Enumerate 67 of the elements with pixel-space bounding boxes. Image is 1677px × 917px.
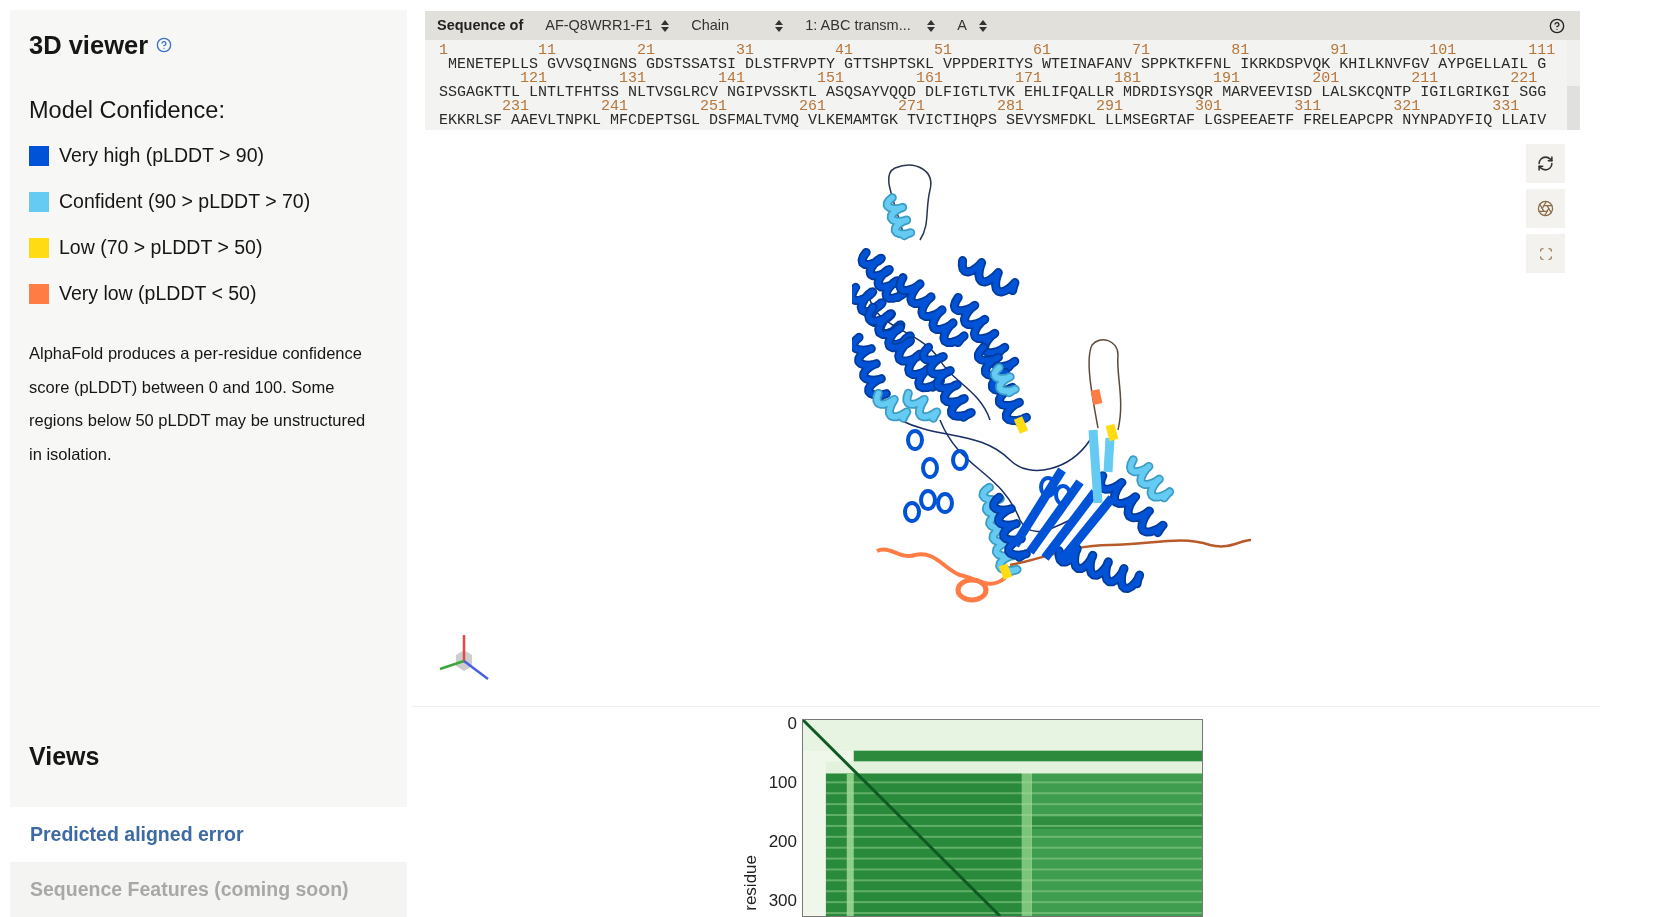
residue-number: 131 (619, 72, 647, 86)
residue-number: 141 (718, 72, 746, 86)
panel-title: 3D viewer (29, 30, 149, 60)
residue-number: 211 (1411, 72, 1439, 86)
residue-number: 221 (1510, 72, 1538, 86)
tick-label: 300 (768, 890, 797, 911)
residue-number: 161 (916, 72, 944, 86)
legend-label: Very high (pLDDT > 90) (59, 143, 265, 169)
up-down-arrows-icon (927, 19, 936, 32)
residue-number: 271 (898, 100, 926, 114)
section-title: Views (29, 741, 101, 771)
spin-button[interactable] (1526, 144, 1565, 183)
residue-number: 241 (601, 100, 629, 114)
residue-number: 41 (835, 44, 854, 58)
residue-number: 291 (1096, 100, 1124, 114)
legend-label: Confident (90 > pLDDT > 70) (59, 189, 311, 215)
residue-number: 61 (1033, 44, 1052, 58)
residue-number: 261 (799, 100, 827, 114)
help-icon[interactable] (1549, 17, 1565, 34)
residue-number: 311 (1294, 100, 1322, 114)
residue-number: 31 (736, 44, 755, 58)
residue-number: 171 (1015, 72, 1043, 86)
residue-number: 11 (538, 44, 557, 58)
sequence-line: MENETEPLLS GVVSQINGNS GDSTSSATSI DLSTFRVPTY GTTSHPTSKL VPPDERITYS WTEINAFANV SPPKTKFFNL IKRKDSPVQK KHILKNVFGV AYPGELLAIL G (448, 56, 1547, 73)
sequence-line: SSGAGKTTL LNTLTFHTSS NLTVSGLRCV NGIPVSSKTL ASQSAYVQQD DLFIGTLTVK EHLIFQALLR MDRDISYSQR MARVEEVISD LALSKCQNTP IGILGRIKGI SGG (439, 84, 1547, 101)
residue-number: 201 (1312, 72, 1340, 86)
up-down-arrows-icon (775, 19, 784, 32)
residue-number: 21 (637, 44, 656, 58)
residue-number: 91 (1330, 44, 1349, 58)
description-text: AlphaFold produces a per-residue confidence score (pLDDT) between 0 and 100. Some regions below 50 pLDDT may be unstructured in isolation. (29, 343, 367, 465)
residue-number: 1 (439, 44, 448, 58)
sequence-label: Sequence of (437, 15, 524, 35)
tick-label: 100 (768, 772, 797, 793)
dropdown-select[interactable]: 1: ABC transm... (805, 14, 936, 37)
legend-label: Low (70 > pLDDT > 50) (59, 235, 263, 261)
residue-number: 151 (817, 72, 845, 86)
residue-number: 281 (997, 100, 1025, 114)
residue-number: 81 (1231, 44, 1250, 58)
dropdown-select[interactable]: A (957, 14, 988, 37)
tick-label: 0 (787, 713, 797, 734)
corners-icon (1538, 246, 1553, 261)
sequence-line: EKKRLSF AAEVLTNPKL MFCDEPTSGL DSFMALTVMQ VLKEMAMTGK TVICTIHQPS SEVYSMFDKL LLMSEGRTAF LGSPEEAETF FRELEAPCPR NYNPADYFIQ LLAIV (439, 112, 1547, 129)
residue-number: 181 (1114, 72, 1142, 86)
residue-number: 101 (1429, 44, 1457, 58)
screenshot-button[interactable] (1526, 189, 1565, 228)
residue-number: 331 (1492, 100, 1520, 114)
circular-arrows-icon (1537, 155, 1554, 172)
residue-number: 71 (1132, 44, 1151, 58)
aperture-icon (1537, 200, 1554, 217)
legend-title: Model Confidence: (29, 96, 226, 124)
residue-number: 191 (1213, 72, 1241, 86)
residue-number: 251 (700, 100, 728, 114)
residue-number: 231 (502, 100, 529, 114)
up-down-arrows-icon (979, 19, 988, 32)
residue-number: 111 (1528, 44, 1556, 58)
residue-number: 121 (520, 72, 547, 86)
residue-number: 51 (934, 44, 953, 58)
axes-orientation-icon (438, 633, 490, 681)
up-down-arrows-icon (661, 19, 670, 32)
axis-label: residue (743, 855, 759, 911)
dropdown-select[interactable]: AF-Q8WRR1-F1 (545, 14, 670, 37)
legend-label: Very low (pLDDT < 50) (59, 281, 257, 307)
dropdown-select[interactable]: Chain (691, 14, 784, 37)
scrollbar-thumb[interactable] (1567, 86, 1580, 130)
residue-number: 301 (1195, 100, 1223, 114)
tick-label: 200 (768, 831, 797, 852)
residue-number: 321 (1393, 100, 1421, 114)
